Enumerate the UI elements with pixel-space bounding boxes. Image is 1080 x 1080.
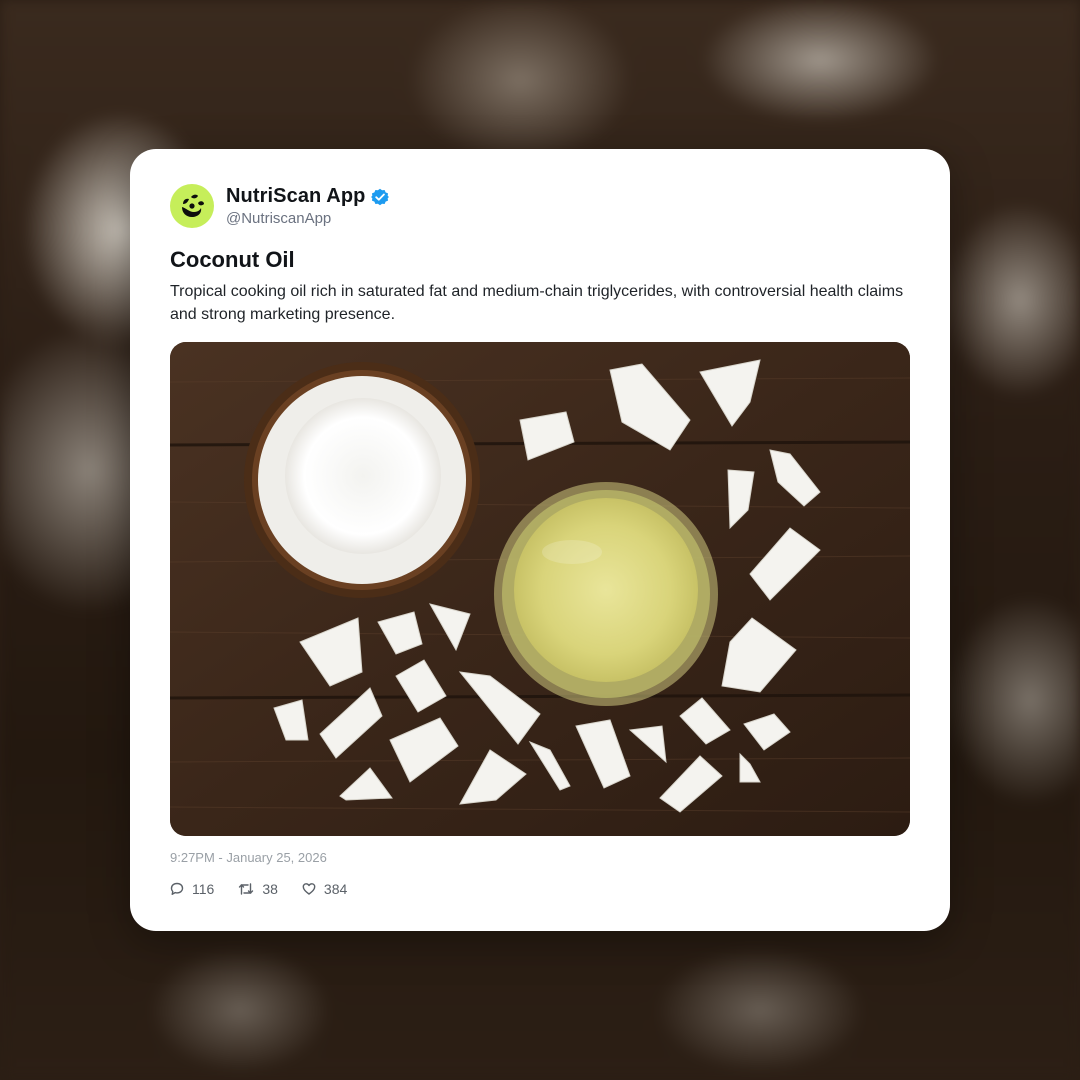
post-timestamp[interactable]: 9:27PM - January 25, 2026 (170, 850, 327, 865)
post-title: Coconut Oil (170, 247, 295, 272)
name-row: NutriScan App (226, 185, 390, 208)
post-image[interactable] (170, 342, 910, 836)
author-display-name[interactable]: NutriScan App (226, 185, 365, 208)
avatar[interactable] (170, 184, 214, 228)
post-actions: 116 38 384 (170, 881, 371, 897)
heart-icon (302, 883, 316, 895)
reply-button[interactable]: 116 (170, 881, 214, 897)
author-info: NutriScan App @NutriscanApp (226, 185, 390, 227)
verified-badge-icon (371, 188, 390, 205)
repost-button[interactable]: 38 (238, 881, 278, 897)
like-button[interactable]: 384 (302, 881, 347, 897)
repost-icon (239, 883, 254, 895)
coconut-oil-photo (170, 342, 910, 836)
post-body: Tropical cooking oil rich in saturated f… (170, 283, 904, 323)
reply-count: 116 (192, 881, 215, 897)
like-count: 384 (323, 881, 348, 897)
post-card: NutriScan App @NutriscanApp Coconut Oil … (130, 149, 950, 931)
reply-icon (170, 882, 184, 895)
nutriscan-logo-icon (182, 194, 204, 217)
post-header: NutriScan App @NutriscanApp (170, 184, 390, 228)
repost-count: 38 (262, 881, 278, 897)
author-handle[interactable]: @NutriscanApp (226, 210, 389, 227)
